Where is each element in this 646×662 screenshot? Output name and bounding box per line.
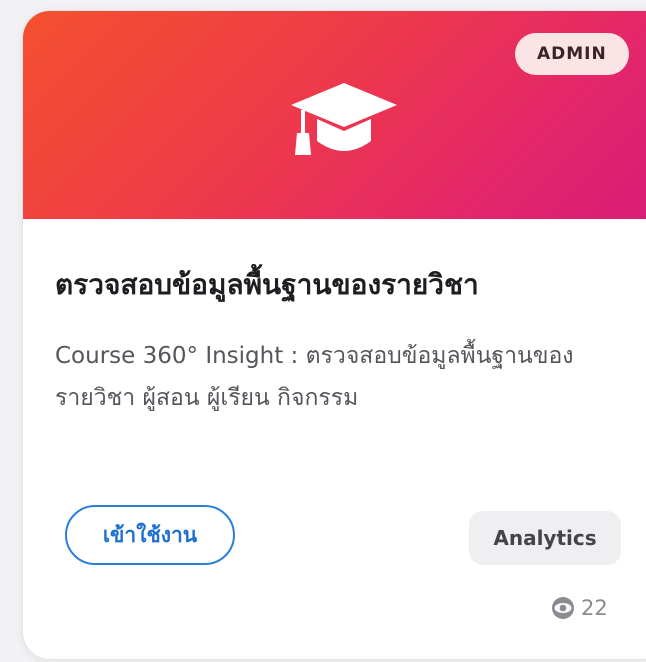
eye-icon [552, 597, 574, 619]
view-count-value: 22 [581, 596, 608, 620]
graduation-cap-icon [291, 83, 397, 155]
admin-badge: ADMIN [515, 33, 629, 75]
course-description: Course 360° Insight : ตรวจสอบข้อมูลพื้นฐ… [55, 343, 574, 411]
course-title: ตรวจสอบข้อมูลพื้นฐานของรายวิชา [55, 268, 479, 301]
course-card: ADMIN ตรวจสอบข้อมูลพื้นฐานของรายวิชา Cou… [22, 10, 646, 660]
card-hero-banner: ADMIN [23, 11, 646, 219]
enter-button[interactable]: เข้าใช้งาน [65, 505, 235, 565]
category-tag: Analytics [469, 511, 621, 565]
view-count: 22 [551, 593, 608, 623]
